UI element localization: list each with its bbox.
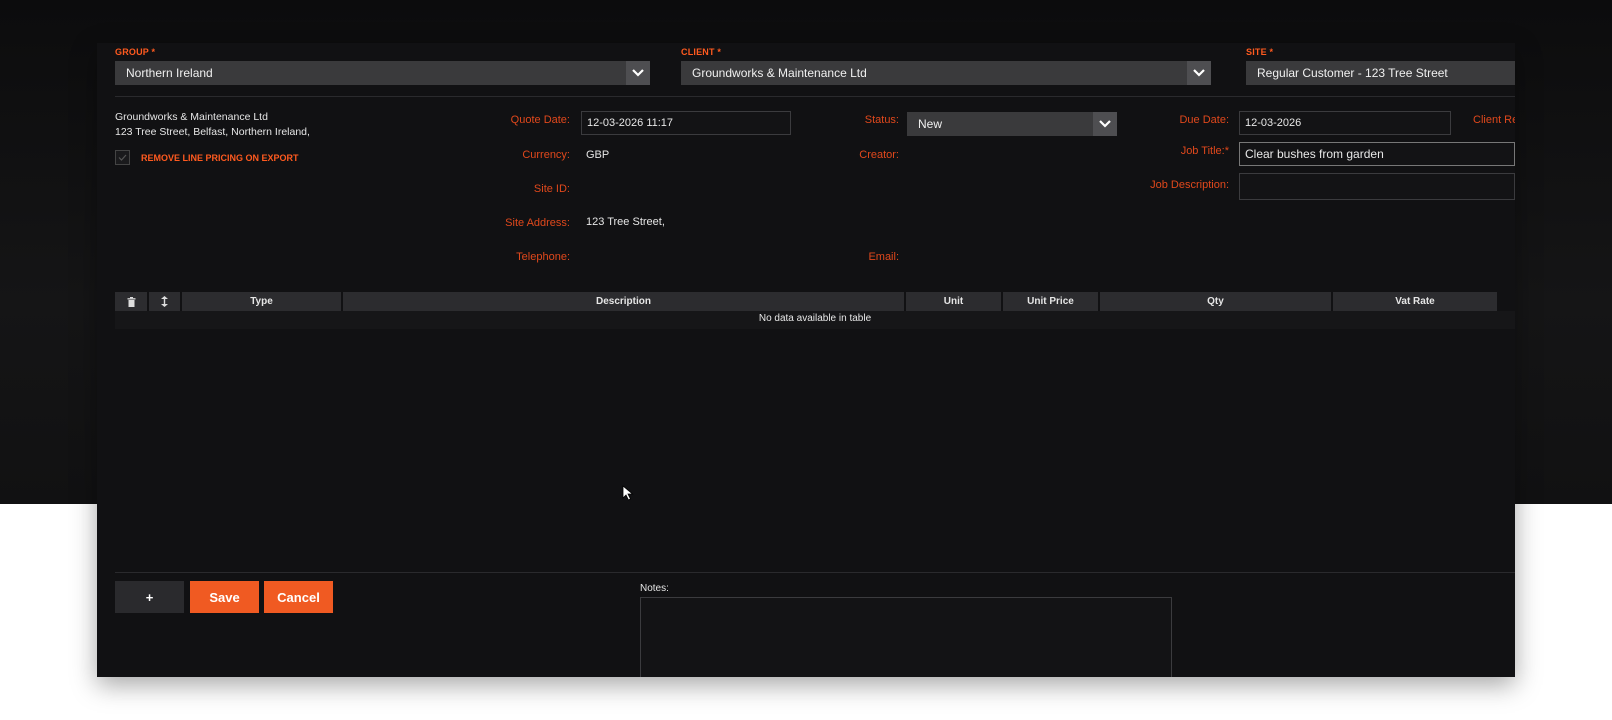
remove-pricing-label[interactable]: REMOVE LINE PRICING ON EXPORT <box>141 153 299 163</box>
vat-rate-column-header[interactable]: Vat Rate <box>1333 292 1497 311</box>
notes-label: Notes: <box>640 583 669 594</box>
client-ref-label: Client Re <box>1473 114 1515 126</box>
site-label: SITE * <box>1246 47 1274 57</box>
job-description-field[interactable] <box>1239 173 1515 200</box>
email-label: Email: <box>868 251 899 263</box>
header-divider <box>115 96 1515 97</box>
chevron-down-icon[interactable] <box>1187 61 1211 85</box>
line-items-table-header: Type Description Unit Unit Price Qty Vat… <box>115 292 1497 311</box>
quote-form-panel: GROUP * Northern Ireland CLIENT * Ground… <box>97 43 1515 677</box>
description-column-header[interactable]: Description <box>343 292 904 311</box>
status-value: New <box>918 117 943 131</box>
client-value: Groundworks & Maintenance Ltd <box>692 66 867 80</box>
group-label: GROUP * <box>115 47 156 57</box>
group-value: Northern Ireland <box>126 66 213 80</box>
check-icon <box>118 154 127 161</box>
status-label: Status: <box>864 114 899 126</box>
job-title-label: Job Title:* <box>1180 145 1229 157</box>
cancel-button[interactable]: Cancel <box>264 581 333 613</box>
chevron-down-icon[interactable] <box>1093 112 1117 136</box>
currency-label: Currency: <box>522 149 570 161</box>
telephone-label: Telephone: <box>516 251 570 263</box>
client-label: CLIENT * <box>681 47 722 57</box>
empty-table-message: No data available in table <box>758 313 872 324</box>
site-address-value: 123 Tree Street, <box>586 216 665 228</box>
creator-label: Creator: <box>859 149 899 161</box>
job-description-label: Job Description: <box>1150 179 1229 191</box>
currency-value: GBP <box>586 149 610 161</box>
status-select[interactable]: New <box>907 112 1117 136</box>
quote-date-label: Quote Date: <box>510 114 570 126</box>
job-title-field[interactable]: Clear bushes from garden <box>1239 142 1515 166</box>
sort-arrows-icon <box>161 296 168 307</box>
trash-icon <box>127 296 135 307</box>
client-select[interactable]: Groundworks & Maintenance Ltd <box>681 61 1211 85</box>
group-select[interactable]: Northern Ireland <box>115 61 650 85</box>
due-date-label: Due Date: <box>1179 114 1229 126</box>
footer-divider <box>115 572 1515 573</box>
site-select[interactable]: Regular Customer - 123 Tree Street <box>1246 61 1515 85</box>
quote-date-field[interactable]: 12-03-2026 11:17 <box>581 111 791 135</box>
remove-pricing-checkbox[interactable] <box>115 150 130 165</box>
unit-column-header[interactable]: Unit <box>906 292 1001 311</box>
qty-column-header[interactable]: Qty <box>1100 292 1331 311</box>
mouse-cursor-icon <box>622 485 634 501</box>
due-date-field[interactable]: 12-03-2026 <box>1239 111 1451 135</box>
client-name: Groundworks & Maintenance Ltd <box>115 111 268 123</box>
client-address: 123 Tree Street, Belfast, Northern Irela… <box>115 126 310 138</box>
delete-column-header <box>115 292 147 311</box>
site-id-label: Site ID: <box>533 183 570 195</box>
chevron-down-icon[interactable] <box>626 61 650 85</box>
save-button[interactable]: Save <box>190 581 259 613</box>
site-address-label: Site Address: <box>505 217 570 229</box>
site-value: Regular Customer - 123 Tree Street <box>1257 66 1448 80</box>
unit-price-column-header[interactable]: Unit Price <box>1003 292 1098 311</box>
type-column-header[interactable]: Type <box>182 292 341 311</box>
add-line-button[interactable]: + <box>115 581 184 613</box>
notes-textarea[interactable] <box>640 597 1172 677</box>
reorder-column-header <box>149 292 180 311</box>
